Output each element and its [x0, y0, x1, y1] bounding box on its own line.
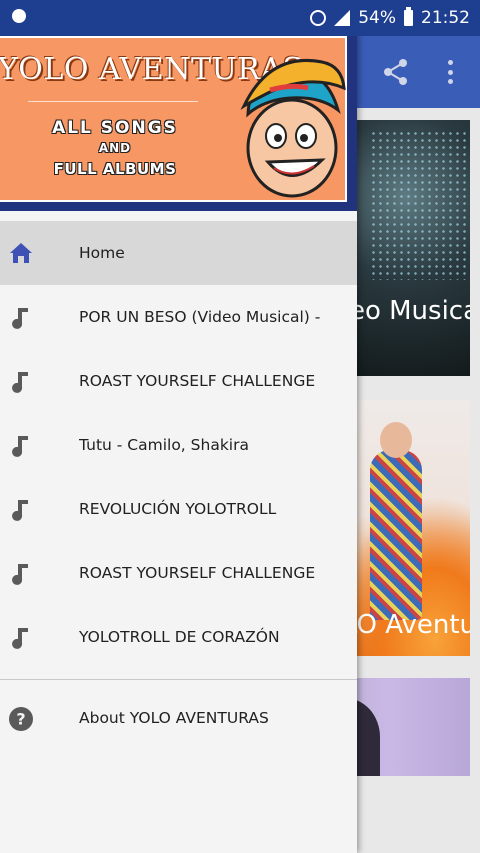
nav-item-about[interactable]: ? About YOLO AVENTURAS — [0, 692, 357, 768]
music-note-icon — [12, 500, 28, 521]
nav-item-home[interactable]: Home — [0, 221, 357, 285]
banner-line-1: ALL SONGS — [52, 118, 178, 138]
notification-icon — [12, 9, 26, 23]
card-person-head — [380, 422, 412, 458]
share-icon[interactable] — [382, 58, 410, 86]
music-note-icon — [12, 372, 28, 393]
card-person — [370, 450, 422, 620]
nav-item-song[interactable]: POR UN BESO (Video Musical) - — [0, 285, 357, 349]
nav-item-label: Tutu - Camilo, Shakira — [79, 436, 249, 454]
nav-item-song[interactable]: ROAST YOURSELF CHALLENGE — [0, 349, 357, 413]
nav-item-song[interactable]: REVOLUCIÓN YOLOTROLL — [0, 477, 357, 541]
nav-item-song[interactable]: Tutu - Camilo, Shakira — [0, 413, 357, 477]
card-thumbnail — [370, 130, 470, 280]
nav-divider — [0, 679, 357, 680]
music-note-icon — [12, 564, 28, 585]
more-options-icon[interactable] — [440, 56, 460, 88]
nav-item-label: POR UN BESO (Video Musical) - — [79, 308, 321, 326]
status-bar: 54% 21:52 — [0, 0, 480, 36]
brand-divider — [28, 101, 198, 102]
cartoon-avatar — [240, 58, 346, 198]
battery-icon — [404, 7, 413, 26]
music-note-icon — [12, 436, 28, 457]
battery-percentage: 54% — [358, 8, 396, 28]
alarm-icon — [310, 10, 327, 26]
clock: 21:52 — [421, 8, 470, 28]
signal-icon — [334, 10, 351, 26]
header-banner: YOLO AVENTURAS ALL SONGS AND FULL ALBUMS — [0, 36, 347, 202]
nav-item-label: Home — [79, 244, 125, 262]
nav-item-label: ROAST YOURSELF CHALLENGE — [79, 564, 316, 582]
nav-item-song[interactable]: ROAST YOURSELF CHALLENGE — [0, 541, 357, 605]
music-note-icon — [12, 628, 28, 649]
nav-item-song[interactable]: YOLOTROLL DE CORAZÓN — [0, 605, 357, 669]
nav-item-label: About YOLO AVENTURAS — [79, 709, 269, 727]
drawer-header: YOLO AVENTURAS ALL SONGS AND FULL ALBUMS — [0, 36, 357, 211]
music-note-icon — [12, 308, 28, 329]
navigation-drawer: YOLO AVENTURAS ALL SONGS AND FULL ALBUMS — [0, 0, 357, 853]
nav-list: Home POR UN BESO (Video Musical) - ROAST… — [0, 221, 357, 768]
banner-line-2: AND — [98, 141, 132, 155]
home-icon — [10, 243, 32, 263]
banner-line-3: FULL ALBUMS — [53, 160, 177, 178]
svg-text:?: ? — [16, 710, 25, 729]
help-icon: ? — [9, 707, 33, 731]
nav-item-label: ROAST YOURSELF CHALLENGE — [79, 372, 316, 390]
nav-item-label: REVOLUCIÓN YOLOTROLL — [79, 500, 277, 518]
nav-item-label: YOLOTROLL DE CORAZÓN — [79, 628, 280, 646]
